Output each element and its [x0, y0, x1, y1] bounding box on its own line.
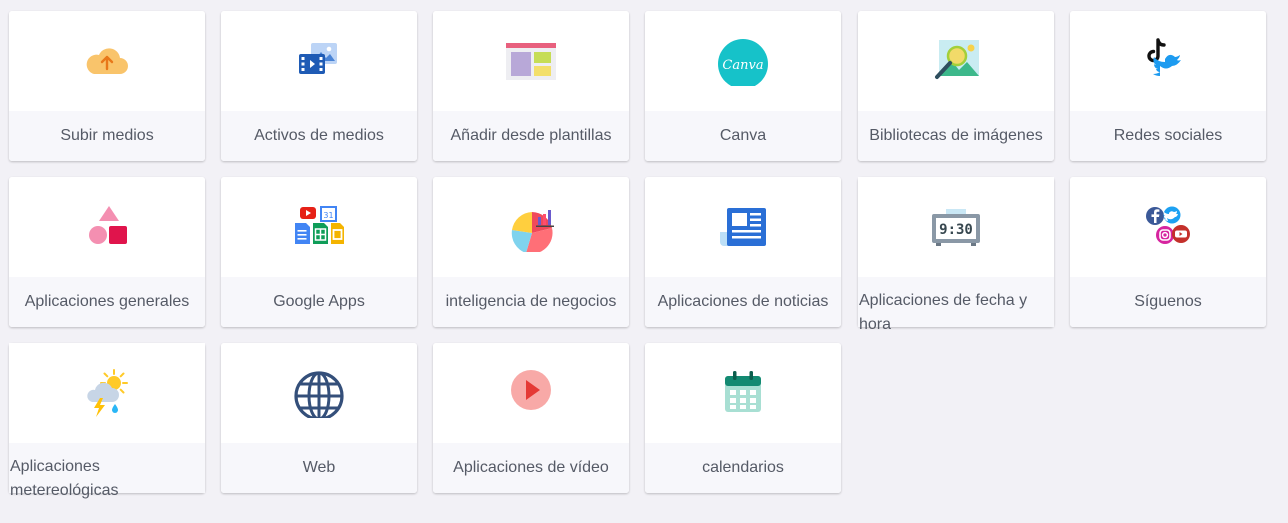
tile-web[interactable]: Web [221, 343, 417, 493]
weather-icon [82, 368, 132, 418]
general-apps-icon [82, 202, 132, 252]
tile-aplicaciones-generales[interactable]: Aplicaciones generales [9, 177, 205, 327]
globe-icon [294, 368, 344, 418]
tile-label: Google Apps [273, 293, 365, 310]
tile-bibliotecas-de-imagenes[interactable]: Bibliotecas de imágenes [858, 11, 1054, 161]
clock-time: 9:30 [939, 222, 973, 238]
tile-aplicaciones-metereologicas[interactable]: Aplicaciones metereológicas [9, 343, 205, 499]
tile-label: calendarios [702, 459, 784, 476]
tile-label: inteligencia de negocios [445, 293, 617, 310]
tile-label: Web [302, 459, 336, 476]
tile-subir-medios[interactable]: Subir medios [9, 11, 205, 161]
tile-label: Aplicaciones generales [24, 293, 190, 310]
follow-us-icon [1143, 202, 1193, 252]
tile-inteligencia-de-negocios[interactable]: inteligencia de negocios [433, 177, 629, 327]
tile-aplicaciones-de-video[interactable]: Aplicaciones de vídeo [433, 343, 629, 493]
calendar-day: 31 [323, 211, 333, 220]
canva-icon: Canva [718, 36, 768, 86]
clock-icon: 9:30 [931, 202, 981, 252]
google-apps-icon: 31 [294, 202, 344, 252]
tile-label: Aplicaciones de fecha y hora [859, 292, 1028, 333]
calendar-icon [718, 368, 768, 418]
tile-label: Añadir desde plantillas [450, 127, 612, 144]
tile-label: Canva [719, 127, 767, 144]
tile-label: Redes sociales [1113, 127, 1223, 144]
tile-activos-de-medios[interactable]: Activos de medios [221, 11, 417, 161]
video-play-icon [506, 368, 556, 418]
tile-label: Bibliotecas de imágenes [869, 127, 1043, 144]
tile-canva[interactable]: Canva Canva [645, 11, 841, 161]
news-icon [718, 202, 768, 252]
tile-label: Subir medios [60, 127, 154, 144]
tile-google-apps[interactable]: 31 Google Apps [221, 177, 417, 327]
media-assets-icon [294, 36, 344, 86]
business-intelligence-icon [506, 202, 556, 252]
apps-grid: Subir medios Activos de medios Añadir de… [0, 0, 1288, 499]
tile-siguenos[interactable]: Síguenos [1070, 177, 1266, 327]
canva-wordmark: Canva [722, 58, 763, 73]
tile-label: Síguenos [1134, 293, 1202, 310]
templates-icon [506, 36, 556, 86]
tile-label: Activos de medios [254, 127, 384, 144]
image-library-icon [931, 36, 981, 86]
tile-aplicaciones-de-noticias[interactable]: Aplicaciones de noticias [645, 177, 841, 327]
tile-label: Aplicaciones metereológicas [10, 458, 119, 499]
tile-aplicaciones-de-fecha-y-hora[interactable]: 9:30 Aplicaciones de fecha y hora [858, 177, 1054, 333]
tile-anadir-desde-plantillas[interactable]: Añadir desde plantillas [433, 11, 629, 161]
cloud-upload-icon [82, 36, 132, 86]
tile-label: Aplicaciones de vídeo [453, 459, 609, 476]
tile-label: Aplicaciones de noticias [657, 293, 829, 310]
social-media-icon [1143, 36, 1193, 86]
tile-redes-sociales[interactable]: Redes sociales [1070, 11, 1266, 161]
tile-calendarios[interactable]: calendarios [645, 343, 841, 493]
